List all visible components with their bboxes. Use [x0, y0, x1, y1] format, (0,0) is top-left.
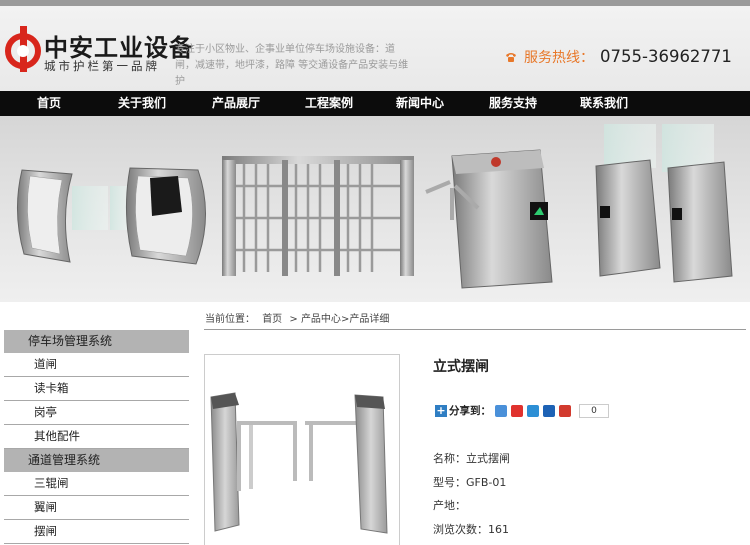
main-nav: 首页 关于我们 产品展厅 工程案例 新闻中心 服务支持 联系我们: [0, 91, 750, 116]
spec-views: 浏览次数：161: [433, 521, 509, 537]
sidebar-category-passage[interactable]: 通道管理系统: [4, 449, 189, 472]
sidebar-category-parking[interactable]: 停车场管理系统: [4, 330, 189, 353]
share-bar: + 分享到： 0: [435, 403, 609, 418]
logo-icon[interactable]: [4, 24, 42, 74]
hotline-label: 服务热线：: [524, 50, 594, 66]
spec-name-key: 名称：: [433, 452, 466, 465]
tencent-weibo-icon[interactable]: [527, 404, 539, 417]
weibo-icon[interactable]: [511, 404, 523, 417]
spec-name: 名称：立式摆闸: [433, 450, 510, 466]
spec-views-value: 161: [488, 523, 509, 536]
share-count: 0: [579, 403, 609, 418]
swing-gate-image: [210, 392, 388, 534]
qq-icon[interactable]: [559, 404, 571, 417]
nav-contact[interactable]: 联系我们: [558, 91, 650, 116]
breadcrumb-current: 产品详细: [349, 314, 390, 325]
sidebar-item-accessories[interactable]: 其他配件: [4, 425, 189, 449]
header: 中安工业设备 城市护栏第一品牌 专注于小区物业、企事业单位停车场设施设备：道闸，…: [0, 6, 750, 91]
qzone-icon[interactable]: [495, 404, 507, 417]
nav-about[interactable]: 关于我们: [98, 91, 186, 116]
spec-model-key: 型号：: [433, 476, 466, 489]
sidebar-item-tripod-turnstile[interactable]: 三辊闸: [4, 472, 189, 496]
product-photo[interactable]: [204, 354, 400, 545]
spec-model-value: GFB-01: [466, 476, 507, 489]
breadcrumb-prefix: 当前位置：: [205, 314, 255, 325]
sidebar-item-flap-barrier[interactable]: 翼闸: [4, 496, 189, 520]
phone-icon: [506, 53, 516, 62]
spec-name-value: 立式摆闸: [466, 452, 510, 465]
nav-products[interactable]: 产品展厅: [186, 91, 286, 116]
product-title: 立式摆闸: [433, 359, 489, 375]
sidebar-item-swing-barrier[interactable]: 摆闸: [4, 520, 189, 544]
sidebar-item-card-reader[interactable]: 读卡箱: [4, 377, 189, 401]
nav-news[interactable]: 新闻中心: [372, 91, 468, 116]
nav-support[interactable]: 服务支持: [468, 91, 558, 116]
sidebar-item-booth[interactable]: 岗亭: [4, 401, 189, 425]
brand-subtitle: 城市护栏第一品牌: [44, 59, 160, 73]
breadcrumb-divider: [204, 329, 746, 330]
hotline: 服务热线： 0755-36962771: [504, 47, 732, 67]
spec-model: 型号：GFB-01: [433, 474, 506, 490]
breadcrumb-home[interactable]: 首页: [262, 314, 282, 325]
sidebar-item-barrier-gate[interactable]: 道闸: [4, 353, 189, 377]
brand-slogan: 专注于小区物业、企事业单位停车场设施设备：道闸，减速带，地坪漆，路障 等交通设备…: [175, 44, 409, 87]
share-label: 分享到：: [449, 405, 491, 417]
sidebar: 停车场管理系统 道闸 读卡箱 岗亭 其他配件 通道管理系统 三辊闸 翼闸 摆闸: [4, 330, 189, 544]
hero-banner: [0, 116, 750, 302]
turnstile-banner-image: [17, 124, 733, 289]
spec-origin: 产地：: [433, 497, 466, 513]
breadcrumb-separator: >: [289, 314, 301, 325]
breadcrumb-products[interactable]: 产品中心: [301, 314, 341, 325]
hotline-number: 0755-36962771: [600, 47, 732, 66]
renren-icon[interactable]: [543, 404, 555, 417]
spec-views-key: 浏览次数：: [433, 523, 488, 536]
nav-cases[interactable]: 工程案例: [286, 91, 372, 116]
share-plus-icon[interactable]: +: [435, 404, 447, 417]
breadcrumb: 当前位置： 首页 > 产品中心>产品详细: [205, 310, 393, 325]
nav-home[interactable]: 首页: [0, 91, 98, 116]
spec-origin-key: 产地：: [433, 499, 466, 512]
